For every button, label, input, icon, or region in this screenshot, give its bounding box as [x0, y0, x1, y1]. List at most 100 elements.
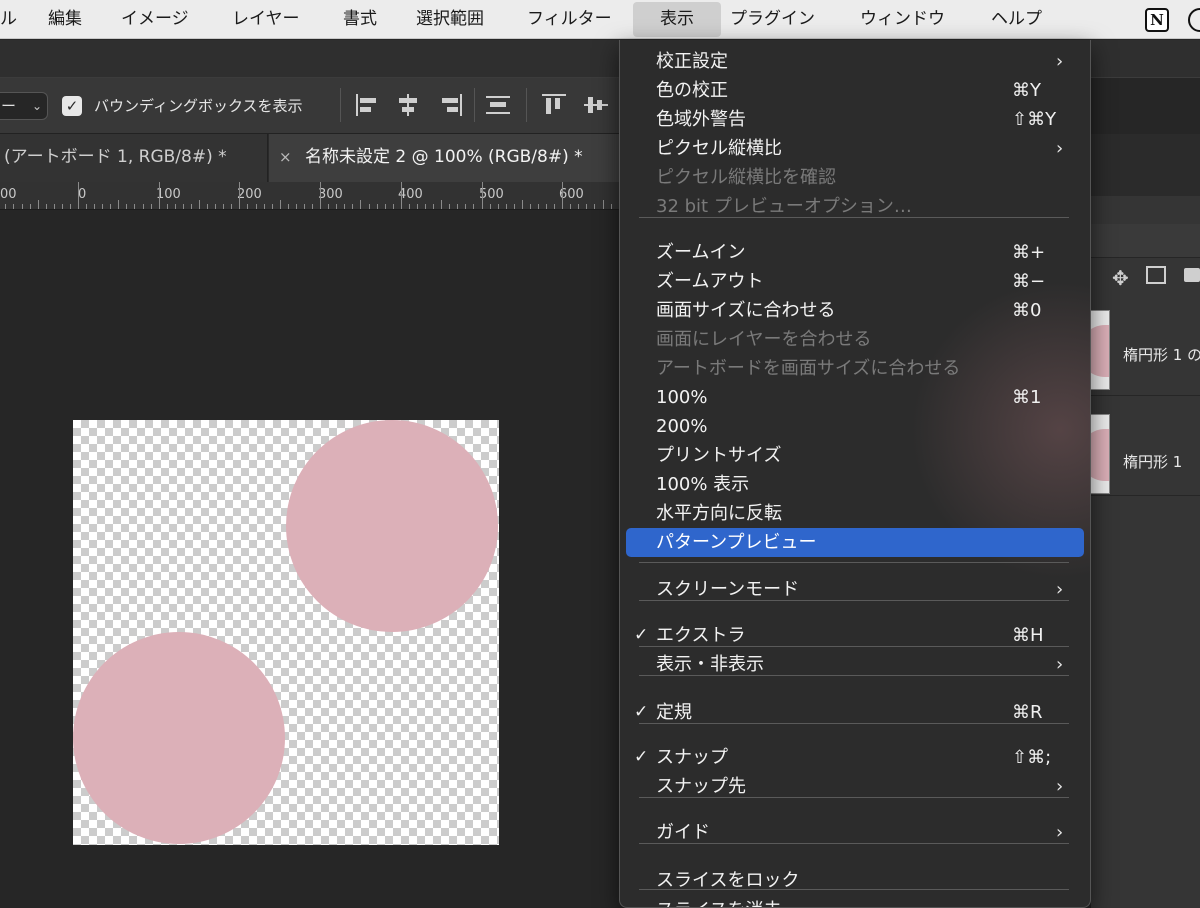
notion-icon[interactable]: N — [1145, 8, 1169, 32]
ruler-tick — [190, 204, 192, 209]
layer-name[interactable]: 楕円形 1 の — [1123, 344, 1200, 365]
menu-item-label: 色の校正 — [656, 80, 728, 101]
menu-filter[interactable]: フィルター — [527, 0, 612, 39]
ruler-tick — [182, 204, 184, 209]
align-vertical-center-icon[interactable] — [584, 94, 608, 116]
status-menu-icon[interactable] — [1188, 8, 1200, 32]
align-horizontal-center-icon[interactable] — [396, 94, 420, 116]
menu-item-100-percent[interactable]: 100% ⌘1 — [620, 383, 1090, 412]
move-lock-icon[interactable]: ✥ — [1112, 266, 1129, 290]
menu-item-fit-artboard-on-screen: アートボードを画面サイズに合わせる — [620, 354, 1090, 383]
ruler-tick — [602, 200, 604, 209]
ruler-tick — [392, 204, 394, 209]
close-icon[interactable]: × — [279, 134, 292, 180]
menu-shortcut: ⌘+ — [1012, 242, 1046, 263]
menu-select[interactable]: 選択範囲 — [416, 0, 484, 39]
menu-image[interactable]: イメージ — [121, 0, 189, 39]
menu-item-gamut-warning[interactable]: 色域外警告 ⇧⌘Y — [620, 105, 1090, 134]
ruler-tick — [521, 200, 523, 209]
ruler-label: 200 — [237, 187, 262, 202]
menu-item-clear-slices[interactable]: スライスを消去 — [620, 896, 1090, 907]
menu-item-label: 画面にレイヤーを合わせる — [656, 329, 872, 350]
menu-item-proof-colors[interactable]: 色の校正 ⌘Y — [620, 76, 1090, 105]
ellipse-shape[interactable] — [73, 632, 285, 844]
ruler-tick — [537, 204, 539, 209]
menu-window-partial[interactable]: ル — [0, 0, 17, 39]
menu-item-label: 100% 表示 — [656, 474, 750, 495]
show-bounding-box-checkbox[interactable]: ✓ — [62, 96, 82, 116]
menu-plugins[interactable]: プラグイン — [730, 0, 815, 39]
tab-artboard-document[interactable]: (アートボード 1, RGB/8#) * — [0, 134, 268, 182]
ruler-tick — [69, 204, 71, 209]
tab-untitled-document[interactable]: × 名称未設定 2 @ 100% (RGB/8#) * — [269, 134, 620, 182]
menu-edit[interactable]: 編集 — [48, 0, 82, 39]
menu-item-fit-on-screen[interactable]: 画面サイズに合わせる ⌘0 — [620, 296, 1090, 325]
menu-item-snap-to[interactable]: スナップ先 › — [620, 772, 1090, 801]
ruler-tick — [408, 204, 410, 209]
ruler-tick — [271, 204, 273, 209]
menu-item-zoom-out[interactable]: ズームアウト ⌘− — [620, 267, 1090, 296]
ruler-tick — [546, 204, 548, 209]
ruler-tick — [489, 204, 491, 209]
options-bar: ー ⌄ — [0, 78, 620, 134]
menu-item-guides[interactable]: ガイド › — [620, 818, 1090, 847]
menu-item-show[interactable]: 表示・非表示 › — [620, 650, 1090, 679]
ruler-label: 00 — [0, 187, 17, 202]
menu-item-lock-slices[interactable]: スライスをロック — [620, 866, 1090, 895]
menu-item-pixel-aspect-ratio[interactable]: ピクセル縦横比 › — [620, 134, 1090, 163]
layer-thumbnail — [1090, 310, 1110, 390]
ruler-tick — [287, 204, 289, 209]
ruler-tick — [150, 204, 152, 209]
artboard-lock-icon[interactable] — [1146, 266, 1166, 284]
align-left-icon[interactable] — [356, 94, 380, 116]
menu-item-rulers[interactable]: ✓ 定規 ⌘R — [620, 698, 1090, 727]
menu-window[interactable]: ウィンドウ — [860, 0, 945, 39]
ruler-tick — [570, 204, 572, 209]
ruler-tick — [247, 204, 249, 209]
menu-layer[interactable]: レイヤー — [232, 0, 300, 39]
ruler-tick — [352, 204, 354, 209]
view-menu-dropdown: 校正設定 › 色の校正 ⌘Y 色域外警告 ⇧⌘Y ピクセル縦横比 › ピクセル縦横比を確認 32 … — [619, 40, 1091, 908]
menu-item-flip-horizontal[interactable]: 水平方向に反転 — [620, 499, 1090, 528]
document-canvas[interactable] — [73, 420, 499, 845]
ruler-tick — [174, 204, 176, 209]
align-top-icon[interactable] — [542, 94, 566, 116]
menu-item-pattern-preview[interactable]: パターンプレビュー — [626, 528, 1084, 557]
layer-thumbnail — [1090, 414, 1110, 494]
auto-select-dropdown[interactable]: ー ⌄ — [0, 92, 48, 120]
menu-item-proof-setup[interactable]: 校正設定 › — [620, 47, 1090, 76]
distribute-vertical-icon[interactable] — [486, 94, 510, 116]
ruler-tick — [142, 204, 144, 209]
menu-item-200-percent[interactable]: 200% — [620, 412, 1090, 441]
ellipse-shape[interactable] — [286, 420, 498, 632]
menu-help[interactable]: ヘルプ — [991, 0, 1042, 39]
menu-item-snap[interactable]: ✓ スナップ ⇧⌘; — [620, 743, 1090, 772]
ruler-tick — [473, 204, 475, 209]
ruler-tick — [255, 204, 257, 209]
menu-item-screen-mode[interactable]: スクリーンモード › — [620, 575, 1090, 604]
ruler-tick — [78, 182, 79, 209]
chevron-right-icon: › — [1056, 822, 1064, 843]
lock-icon[interactable] — [1184, 268, 1200, 282]
options-divider — [340, 88, 341, 122]
menu-item-label: アートボードを画面サイズに合わせる — [656, 358, 961, 379]
menu-item-print-size[interactable]: プリントサイズ — [620, 441, 1090, 470]
ruler-tick — [94, 204, 96, 209]
ruler-tick — [61, 204, 63, 209]
menu-item-extras[interactable]: ✓ エクストラ ⌘H — [620, 621, 1090, 650]
horizontal-ruler[interactable]: 00 0 100 200 300 400 500 600 — [0, 182, 620, 210]
checkmark-icon: ✓ — [634, 625, 649, 645]
ruler-tick — [465, 204, 467, 209]
layer-name[interactable]: 楕円形 1 — [1123, 451, 1182, 472]
chevron-right-icon: › — [1056, 776, 1064, 797]
ruler-tick — [21, 204, 23, 209]
menu-item-actual-size[interactable]: 100% 表示 — [620, 470, 1090, 499]
ruler-tick — [368, 204, 370, 209]
menu-type[interactable]: 書式 — [343, 0, 377, 39]
align-right-icon[interactable] — [438, 94, 462, 116]
menu-separator — [639, 562, 1069, 563]
menu-item-zoom-in[interactable]: ズームイン ⌘+ — [620, 238, 1090, 267]
menu-item-label: エクストラ — [656, 625, 746, 646]
menu-view[interactable]: 表示 — [633, 2, 721, 37]
ruler-tick — [481, 182, 483, 209]
